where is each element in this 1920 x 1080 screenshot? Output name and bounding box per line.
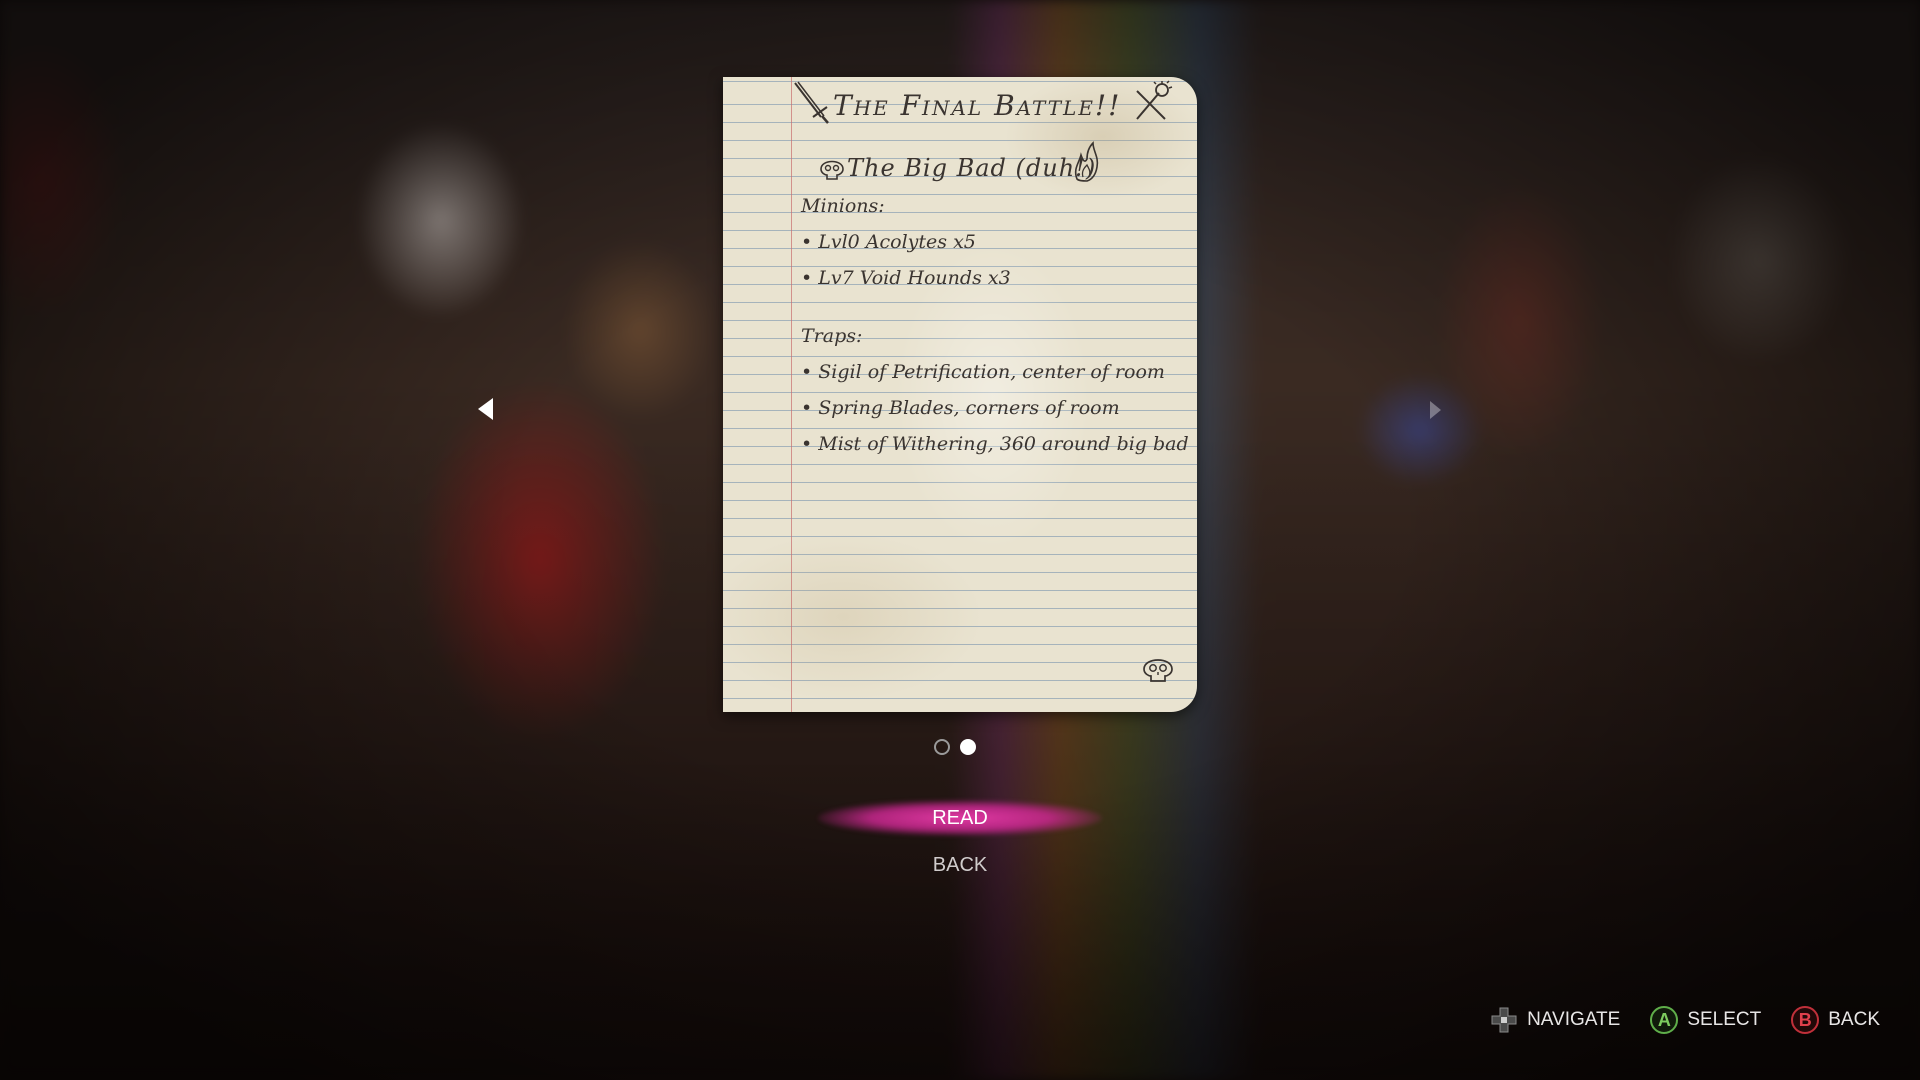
read-button[interactable]: READ: [810, 800, 1110, 836]
back-hint-label: BACK: [1828, 1009, 1880, 1030]
prev-page-arrow-icon[interactable]: [478, 398, 493, 420]
minion-line: • Lvl0 Acolytes x5: [801, 231, 976, 253]
page-dot-current[interactable]: [960, 739, 976, 755]
select-hint[interactable]: A SELECT: [1650, 1006, 1761, 1034]
select-hint-label: SELECT: [1687, 1009, 1762, 1030]
next-page-arrow-icon[interactable]: [1430, 401, 1441, 419]
page-dot[interactable]: [934, 739, 950, 755]
fire-icon: [1074, 141, 1099, 182]
trap-line: • Mist of Withering, 360 around big bad: [801, 433, 1189, 455]
skull-icon: [1143, 659, 1173, 682]
minion-line: • Lv7 Void Hounds x3: [801, 267, 1011, 289]
sword-icon: [794, 81, 829, 124]
mace-icon: [1136, 80, 1173, 120]
minions-heading: Minions:: [801, 195, 885, 217]
back-button[interactable]: BACK: [810, 852, 1110, 878]
back-hint[interactable]: B BACK: [1791, 1006, 1880, 1034]
paper-margin-line: [791, 77, 792, 712]
navigate-hint[interactable]: NAVIGATE: [1490, 1006, 1620, 1034]
dpad-icon: [1491, 1007, 1517, 1033]
trap-line: • Sigil of Petrification, center of room: [801, 361, 1165, 383]
traps-heading: Traps:: [801, 325, 863, 347]
note-title: The Final Battle!!: [833, 89, 1122, 122]
skull-icon: [820, 160, 844, 180]
page-indicator: [934, 739, 976, 755]
navigate-hint-label: NAVIGATE: [1527, 1009, 1621, 1030]
controller-hints: NAVIGATE A SELECT B BACK: [1490, 1006, 1880, 1034]
note-viewer-screen: The Final Battle!! The Big Bad (duh!) Mi…: [0, 0, 1920, 1080]
b-button-icon: B: [1791, 1006, 1820, 1034]
trap-line: • Spring Blades, corners of room: [801, 397, 1120, 419]
note-subtitle: The Big Bad (duh!): [847, 154, 1097, 182]
a-button-icon: A: [1650, 1006, 1679, 1034]
note-page: The Final Battle!! The Big Bad (duh!) Mi…: [723, 77, 1197, 712]
read-button-label: READ: [932, 807, 988, 829]
